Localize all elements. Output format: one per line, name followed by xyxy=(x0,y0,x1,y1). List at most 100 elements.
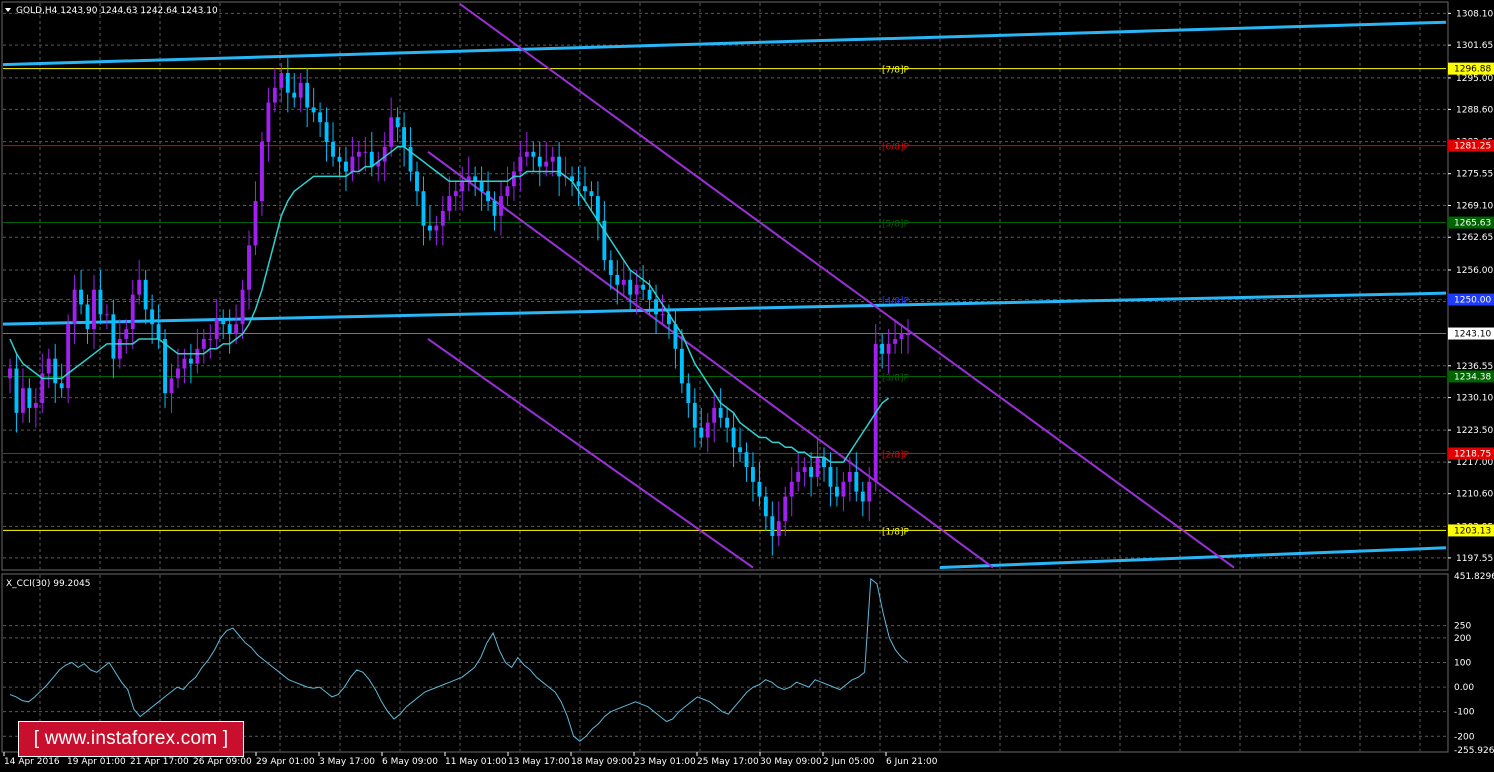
time-tick-label: 30 May 09:00 xyxy=(760,757,822,767)
candle-body xyxy=(886,343,891,354)
time-tick-label: 6 May 09:00 xyxy=(382,757,438,767)
candle-body xyxy=(899,334,904,339)
candle-body xyxy=(847,471,852,482)
candle-body xyxy=(46,358,51,374)
candle-body xyxy=(499,196,503,216)
murray-price-value: 1265.63 xyxy=(1454,219,1491,229)
time-tick-label: 13 May 17:00 xyxy=(508,757,570,767)
time-tick-label: 14 Apr 2016 xyxy=(4,757,60,767)
candle-body xyxy=(79,289,84,305)
price-tick-label: 1210.60 xyxy=(1456,490,1493,500)
candle-body xyxy=(176,368,180,379)
candle-body xyxy=(292,92,297,98)
candle-body xyxy=(221,319,226,325)
candle-body xyxy=(337,156,342,162)
candle-body xyxy=(751,467,755,482)
candle-body xyxy=(156,324,161,339)
candle-body xyxy=(350,156,355,172)
murray-label: [7/8]P xyxy=(882,66,910,76)
candle-body xyxy=(660,314,665,316)
current-price-value: 1243.10 xyxy=(1454,330,1491,340)
candle-body xyxy=(266,102,271,142)
price-tick-label: 1230.10 xyxy=(1456,394,1493,404)
time-tick-label: 6 Jun 21:00 xyxy=(886,757,938,767)
candle-body xyxy=(744,452,749,468)
time-tick-label: 26 Apr 09:00 xyxy=(193,757,252,767)
instaforex-logo[interactable]: [ www.instaforex.com ] xyxy=(18,721,244,757)
candle-body xyxy=(712,407,717,423)
candle-body xyxy=(27,388,32,408)
candle-body xyxy=(860,491,865,502)
candle-body xyxy=(783,496,788,522)
candle-body xyxy=(460,181,465,192)
candle-body xyxy=(906,334,910,336)
candle-body xyxy=(486,191,491,202)
candle-body xyxy=(550,156,555,162)
candle-body xyxy=(20,388,25,413)
murray-label: [6/8]P xyxy=(882,143,910,153)
candle-body xyxy=(834,486,839,497)
murray-price-value: 1281.25 xyxy=(1454,142,1491,152)
price-tick-label: 1236.55 xyxy=(1456,362,1493,372)
candle-body xyxy=(163,338,167,394)
candle-body xyxy=(59,383,64,389)
price-tick-label: 1308.10 xyxy=(1456,9,1493,19)
candle-body xyxy=(137,279,142,295)
candle-body xyxy=(234,324,239,335)
candle-body xyxy=(311,107,316,113)
candle-body xyxy=(389,117,394,147)
candle-body xyxy=(195,348,200,364)
candle-body xyxy=(679,348,684,384)
candle-body xyxy=(324,122,329,142)
candle-body xyxy=(356,151,361,157)
cci-tick-label: 250 xyxy=(1454,622,1471,632)
cci-tick-label: -100 xyxy=(1454,708,1475,718)
price-tick-label: 1262.65 xyxy=(1456,233,1493,243)
candle-body xyxy=(654,299,658,315)
candle-body xyxy=(789,481,794,497)
candle-body xyxy=(718,407,723,418)
candle-body xyxy=(511,171,516,187)
murray-price-value: 1250.00 xyxy=(1454,296,1491,306)
time-tick-label: 11 May 01:00 xyxy=(445,757,507,767)
candle-body xyxy=(731,427,736,448)
price-axis: 1308.101301.651295.001288.601282.051275.… xyxy=(1448,9,1494,756)
candle-body xyxy=(53,358,58,384)
time-tick-label: 19 Apr 01:00 xyxy=(67,757,126,767)
price-tick-label: 1288.60 xyxy=(1456,105,1493,115)
candle-body xyxy=(595,196,600,221)
time-tick-label: 25 May 17:00 xyxy=(697,757,759,767)
cci-tick-label: 451.8296 xyxy=(1454,572,1494,582)
time-tick-label: 3 May 17:00 xyxy=(319,757,375,767)
candle-body xyxy=(298,82,303,98)
candle-body xyxy=(33,402,38,408)
cci-title: X_CCI(30) 99.2045 xyxy=(6,579,90,589)
price-tick-label: 1256.00 xyxy=(1456,266,1493,276)
candle-body xyxy=(641,284,646,290)
candle-body xyxy=(72,289,77,325)
time-tick-label: 21 Apr 17:00 xyxy=(130,757,189,767)
candle-body xyxy=(828,467,833,487)
candle-body xyxy=(240,289,245,325)
candle-body xyxy=(369,151,374,167)
time-tick-label: 18 May 09:00 xyxy=(571,757,633,767)
candle-body xyxy=(415,171,419,192)
candle-body xyxy=(143,279,148,310)
candle-body xyxy=(880,343,885,354)
candle-body xyxy=(738,447,742,453)
murray-label: [1/8]P xyxy=(882,527,910,537)
candle-body xyxy=(260,141,264,202)
price-tick-label: 1301.65 xyxy=(1456,41,1493,51)
price-tick-label: 1295.00 xyxy=(1456,74,1493,84)
murray-price-value: 1218.75 xyxy=(1454,449,1491,459)
candle-body xyxy=(634,284,639,295)
trading-chart[interactable]: [7/8]P[6/8]P[5/8]P[4/8]P[3/8]P[2/8]P[1/8… xyxy=(0,0,1494,772)
candle-body xyxy=(628,279,633,295)
candle-body xyxy=(421,191,426,226)
candle-body xyxy=(14,368,19,413)
candle-body xyxy=(453,191,458,197)
candle-body xyxy=(201,338,206,349)
candle-body xyxy=(66,324,71,389)
candle-body xyxy=(647,289,652,300)
candle-body xyxy=(505,186,510,197)
